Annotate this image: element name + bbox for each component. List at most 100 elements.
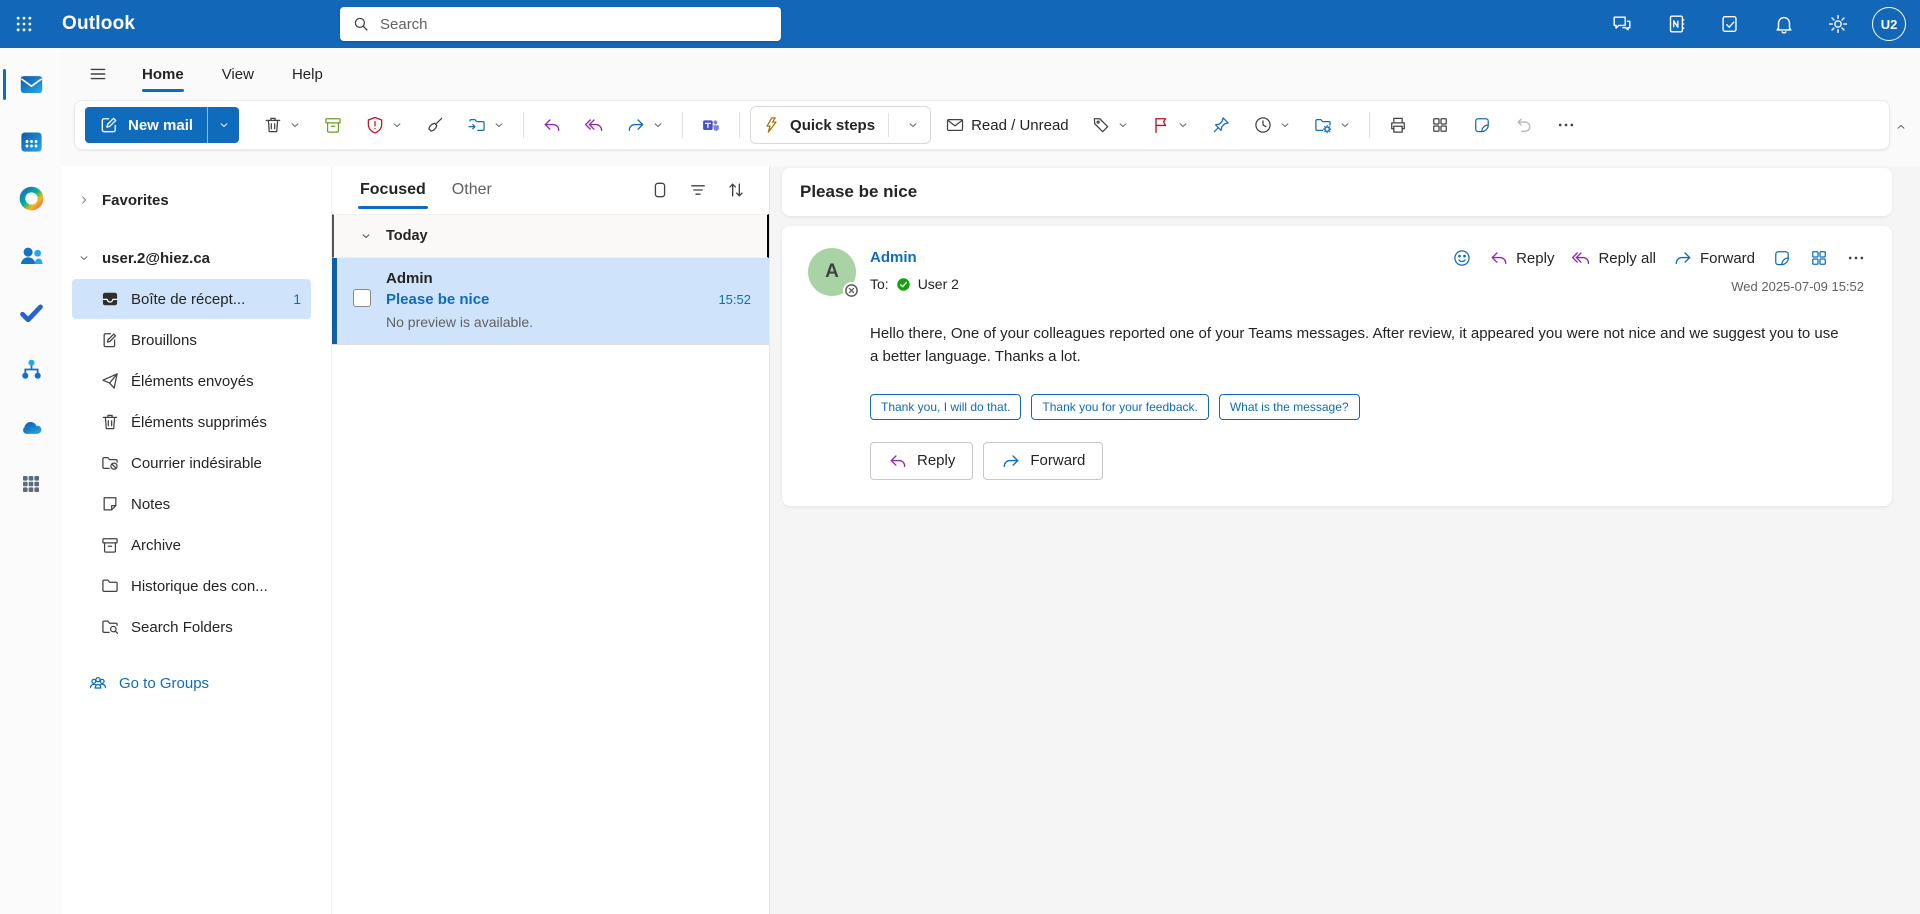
collapse-ribbon-button[interactable] <box>1890 116 1912 138</box>
reply-all-button[interactable] <box>576 108 612 142</box>
flag-button[interactable] <box>1143 108 1197 142</box>
archive-button[interactable] <box>315 108 351 142</box>
chevron-down-icon <box>652 119 664 131</box>
rail-item-onedrive[interactable] <box>0 398 62 455</box>
notifications-button[interactable] <box>1764 4 1804 44</box>
sticker-button[interactable] <box>1464 108 1500 142</box>
rail-item-mail[interactable] <box>0 56 62 113</box>
folder-conversation-history[interactable]: Historique des con... <box>72 566 311 606</box>
report-button[interactable] <box>357 108 411 142</box>
apps-button[interactable] <box>1809 248 1829 268</box>
rail-item-org-explorer[interactable] <box>0 341 62 398</box>
forward-button[interactable] <box>618 108 672 142</box>
sticker-button[interactable] <box>1772 248 1792 268</box>
rail-item-todo[interactable] <box>0 284 62 341</box>
print-button[interactable] <box>1380 108 1416 142</box>
read-unread-button[interactable]: Read / Unread <box>937 108 1077 142</box>
rules-button[interactable] <box>1305 108 1359 142</box>
categorize-button[interactable] <box>1083 108 1137 142</box>
email-body: Hello there, One of your colleagues repo… <box>870 325 1839 366</box>
pin-button[interactable] <box>1203 108 1239 142</box>
reply-button[interactable] <box>534 108 570 142</box>
delete-button[interactable] <box>255 108 309 142</box>
select-messages-button[interactable] <box>643 173 677 207</box>
reply-label: Reply <box>1516 249 1555 267</box>
suggested-reply-3[interactable]: What is the message? <box>1218 393 1360 420</box>
app-launcher-icon <box>14 14 34 34</box>
move-to-button[interactable] <box>459 108 513 142</box>
sticker-icon <box>1772 248 1792 268</box>
snooze-button[interactable] <box>1245 108 1299 142</box>
rail-item-more-apps[interactable] <box>0 455 62 512</box>
share-to-teams-button[interactable] <box>693 108 729 142</box>
account-section[interactable]: user.2@hiez.ca <box>62 238 331 278</box>
go-to-groups-link[interactable]: Go to Groups <box>72 663 219 703</box>
message-list-item[interactable]: Admin Please be nice 15:52 No preview is… <box>332 258 769 345</box>
group-header-today[interactable]: Today <box>332 214 769 258</box>
teams-icon <box>701 115 721 135</box>
react-button[interactable] <box>1452 248 1472 268</box>
reply-all-icon <box>584 115 604 135</box>
rail-item-calendar[interactable] <box>0 113 62 170</box>
select-icon <box>650 180 670 200</box>
suggested-reply-1[interactable]: Thank you, I will do that. <box>870 393 1022 420</box>
message-checkbox[interactable] <box>353 289 371 307</box>
tab-view[interactable]: View <box>208 56 268 93</box>
settings-button[interactable] <box>1818 4 1858 44</box>
message-preview: No preview is available. <box>386 314 534 330</box>
folder-archive[interactable]: Archive <box>72 525 311 565</box>
sender-name-link[interactable]: Admin <box>870 249 917 266</box>
suggested-reply-2[interactable]: Thank you for your feedback. <box>1031 393 1209 420</box>
folder-label: Éléments envoyés <box>131 372 254 390</box>
blocked-badge-icon <box>844 283 859 298</box>
forward-icon <box>1001 451 1021 471</box>
tab-focused[interactable]: Focused <box>348 171 438 209</box>
new-mail-button[interactable]: New mail <box>85 107 208 143</box>
folder-search-folders[interactable]: Search Folders <box>72 607 311 647</box>
filter-button[interactable] <box>681 173 715 207</box>
more-message-actions-button[interactable] <box>1846 248 1866 268</box>
recipient-name[interactable]: User 2 <box>918 276 959 292</box>
nav-toggle-button[interactable] <box>78 54 118 94</box>
app-launcher-button[interactable] <box>0 0 48 48</box>
rail-item-people[interactable] <box>0 227 62 284</box>
folder-inbox[interactable]: Boîte de récept... 1 <box>72 279 311 319</box>
reply-footer-button[interactable]: Reply <box>870 441 974 480</box>
new-mail-dropdown[interactable] <box>207 107 240 143</box>
undo-icon <box>1514 115 1534 135</box>
tab-help[interactable]: Help <box>278 56 337 93</box>
quick-steps-chevron[interactable] <box>898 119 928 131</box>
sender-avatar[interactable]: A <box>808 248 860 299</box>
tab-other[interactable]: Other <box>440 171 504 209</box>
tab-home[interactable]: Home <box>128 56 198 93</box>
rail-item-copilot[interactable] <box>0 170 62 227</box>
folder-notes[interactable]: Notes <box>72 484 311 524</box>
reply-action[interactable]: Reply <box>1489 248 1554 268</box>
sort-button[interactable] <box>719 173 753 207</box>
folder-deleted[interactable]: Éléments supprimés <box>72 402 311 442</box>
search-input[interactable] <box>380 15 769 33</box>
chat-button[interactable] <box>1602 4 1642 44</box>
folder-drafts[interactable]: Brouillons <box>72 320 311 360</box>
folder-junk[interactable]: Courrier indésirable <box>72 443 311 483</box>
forward-footer-button[interactable]: Forward <box>983 441 1104 480</box>
sweep-button[interactable] <box>417 108 453 142</box>
account-avatar[interactable]: U2 <box>1872 7 1906 41</box>
forward-action[interactable]: Forward <box>1673 248 1755 268</box>
folder-label: Boîte de récept... <box>131 290 246 308</box>
apps-grid-icon <box>1809 248 1829 268</box>
quick-steps-dropdown[interactable]: Quick steps <box>750 106 932 144</box>
reply-all-label: Reply all <box>1598 249 1656 267</box>
apps-grid-button[interactable] <box>1422 108 1458 142</box>
reply-all-icon <box>1571 248 1591 268</box>
chevron-down-icon <box>1117 119 1129 131</box>
folder-sent[interactable]: Éléments envoyés <box>72 361 311 401</box>
favorites-section[interactable]: Favorites <box>62 180 331 220</box>
chevron-down-icon <box>493 119 505 131</box>
reply-all-action[interactable]: Reply all <box>1571 248 1656 268</box>
onenote-button[interactable] <box>1656 4 1696 44</box>
todo-button[interactable] <box>1710 4 1750 44</box>
undo-button[interactable] <box>1506 108 1542 142</box>
more-options-button[interactable] <box>1548 108 1584 142</box>
chevron-up-icon <box>1895 121 1907 133</box>
